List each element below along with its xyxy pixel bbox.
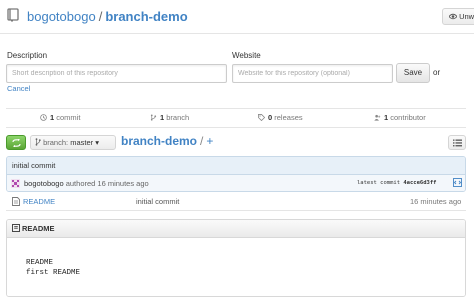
releases-count: 0 xyxy=(268,113,273,122)
unwatch-button[interactable]: Unwatch xyxy=(442,8,474,25)
commit-author: bogotobogo authored 16 minutes ago xyxy=(24,179,149,188)
history-icon xyxy=(40,114,47,121)
branch-icon xyxy=(35,138,41,146)
latest-commit-box: initial commit bogotobogo authored 16 mi… xyxy=(6,156,466,192)
contributors-count: 1 xyxy=(384,113,389,122)
releases-label: releases xyxy=(274,113,303,122)
browse-code-icon[interactable] xyxy=(453,178,462,187)
commit-sha-link[interactable]: 4acce6d3ff xyxy=(403,180,436,186)
branch-prefix: branch: xyxy=(43,138,69,147)
branch-selector[interactable]: branch: master ▾ xyxy=(30,135,116,150)
authored-time: authored 16 minutes ago xyxy=(65,179,149,188)
description-label: Description xyxy=(7,51,48,60)
readme-line: first README xyxy=(26,269,81,277)
branches-stat[interactable]: 1 branch xyxy=(150,113,189,122)
tag-icon xyxy=(258,114,266,122)
repo-name-link[interactable]: branch-demo xyxy=(105,9,187,24)
readme-title: README xyxy=(22,224,55,233)
website-input[interactable] xyxy=(232,64,393,83)
list-view-button[interactable] xyxy=(448,135,466,150)
breadcrumb-repo-link[interactable]: branch-demo xyxy=(121,134,197,148)
file-icon xyxy=(12,197,20,206)
readme-body: README first README xyxy=(7,239,465,296)
breadcrumb: branch-demo / + xyxy=(121,134,213,148)
list-icon xyxy=(453,139,462,147)
chevron-down-icon: ▾ xyxy=(95,138,99,147)
save-button[interactable]: Save xyxy=(396,63,430,83)
file-name-link[interactable]: README xyxy=(23,197,55,206)
commit-meta: bogotobogo authored 16 minutes ago lates… xyxy=(7,175,465,191)
latest-commit-label: latest commit xyxy=(357,180,401,186)
file-commit-message[interactable]: initial commit xyxy=(136,197,179,206)
branches-label: branch xyxy=(166,113,190,122)
or-text: or xyxy=(433,68,441,77)
readme-panel: README README first README xyxy=(6,219,466,297)
commits-label: commit xyxy=(56,113,81,122)
cancel-link[interactable]: Cancel xyxy=(7,84,30,93)
branch-icon xyxy=(150,114,157,121)
readme-line: README xyxy=(26,259,54,267)
breadcrumb-separator: / xyxy=(200,134,204,148)
unwatch-label: Unwatch xyxy=(459,12,474,21)
commit-message[interactable]: initial commit xyxy=(7,157,465,175)
people-icon xyxy=(374,114,381,121)
compare-sync-button[interactable] xyxy=(6,135,26,150)
branches-count: 1 xyxy=(160,113,165,122)
eye-icon xyxy=(448,13,458,20)
avatar xyxy=(11,179,20,188)
website-label: Website xyxy=(232,51,261,60)
repo-header: bogotobogo/branch-demo Unwatch xyxy=(0,0,474,34)
description-input[interactable] xyxy=(6,64,227,83)
contributors-stat[interactable]: 1 contributor xyxy=(374,113,426,122)
commits-count: 1 xyxy=(50,113,55,122)
sync-icon xyxy=(12,139,21,147)
file-row: README initial commit 16 minutes ago xyxy=(6,193,466,211)
commits-stat[interactable]: 1 commit xyxy=(40,113,80,122)
repo-icon xyxy=(7,8,19,22)
title-separator: / xyxy=(98,9,103,24)
add-file-link[interactable]: + xyxy=(206,134,213,148)
author-name-link[interactable]: bogotobogo xyxy=(24,179,64,188)
latest-commit: latest commit 4acce6d3ff xyxy=(357,180,436,186)
releases-stat[interactable]: 0 releases xyxy=(258,113,303,122)
branch-name: master xyxy=(70,138,94,147)
repo-owner-link[interactable]: bogotobogo xyxy=(27,9,96,24)
repo-stats-bar: 1 commit 1 branch 0 releases 1 contribut… xyxy=(6,108,466,128)
repo-title: bogotobogo / branch-demo xyxy=(27,9,188,24)
readme-header: README xyxy=(7,220,465,238)
contributors-label: contributor xyxy=(390,113,426,122)
file-age: 16 minutes ago xyxy=(410,197,462,206)
book-icon xyxy=(12,224,20,232)
